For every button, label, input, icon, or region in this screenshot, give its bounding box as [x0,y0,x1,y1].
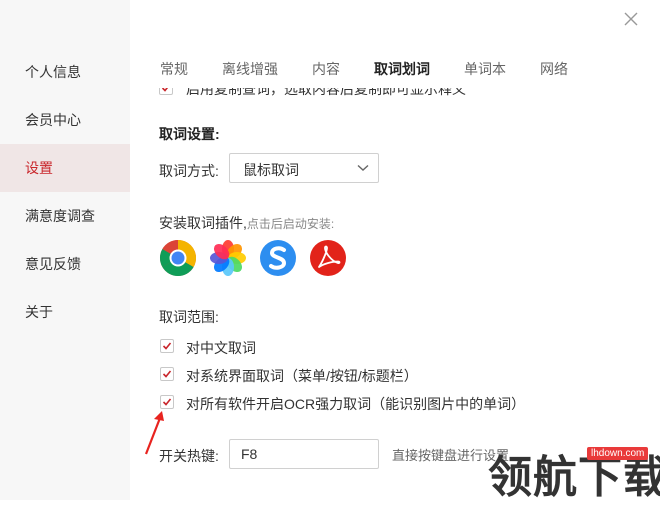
sidebar-item-settings[interactable]: 设置 [0,144,130,192]
scope-system-ui-label: 对系统界面取词（菜单/按钮/标题栏） [186,368,418,384]
scope-chinese-checkbox[interactable] [160,339,174,353]
settings-tabs: 常规 离线增强 内容 取词划词 单词本 网络 [130,48,660,90]
plugins-label: 安装取词插件,点击后启动安装: [159,213,334,233]
hotkey-label: 开关热键: [159,448,219,464]
sidebar-item-feedback[interactable]: 意见反馈 [0,240,130,288]
sogou-browser-icon[interactable] [259,239,297,277]
acrobat-icon[interactable] [309,239,347,277]
chrome-icon[interactable] [159,239,197,277]
word-capture-section-title: 取词设置: [159,126,220,142]
tab-wordbook[interactable]: 单词本 [464,59,506,79]
sidebar-item-about[interactable]: 关于 [0,288,130,336]
tab-general[interactable]: 常规 [160,59,188,79]
tab-network[interactable]: 网络 [540,59,568,79]
copy-lookup-label: 启用复制查词，选取内容后复制即可显示释义 [186,88,466,97]
watermark-url: lhdown.com [587,447,649,460]
scope-ocr-checkbox[interactable] [160,395,174,409]
scope-chinese-label: 对中文取词 [186,340,256,356]
copy-lookup-checkbox[interactable] [159,88,173,95]
sidebar-item-membership[interactable]: 会员中心 [0,96,130,144]
scope-system-ui-checkbox[interactable] [160,367,174,381]
tab-offline[interactable]: 离线增强 [222,59,278,79]
tab-word-capture[interactable]: 取词划词 [374,59,430,79]
plugins-hint: 点击后启动安装: [246,217,335,231]
sidebar: 个人信息 会员中心 设置 满意度调查 意见反馈 关于 [0,0,130,500]
chevron-down-icon [357,164,369,171]
tab-content[interactable]: 内容 [312,59,340,79]
scope-title: 取词范围: [159,309,219,325]
capture-method-label: 取词方式: [159,163,219,179]
photos-icon[interactable] [209,239,247,277]
hotkey-input[interactable]: F8 [229,439,379,469]
plugins-label-text: 安装取词插件, [159,215,247,231]
capture-method-value: 鼠标取词 [243,162,299,178]
sidebar-item-profile[interactable]: 个人信息 [0,48,130,96]
sidebar-item-survey[interactable]: 满意度调查 [0,192,130,240]
capture-method-select[interactable]: 鼠标取词 [229,153,379,183]
scope-ocr-label: 对所有软件开启OCR强力取词（能识别图片中的单词） [186,396,526,412]
hotkey-value: F8 [241,446,258,462]
close-icon[interactable] [620,8,642,30]
settings-content: 启用复制查词，选取内容后复制即可显示释义 取词设置: 取词方式: 鼠标取词 安装… [130,88,660,500]
